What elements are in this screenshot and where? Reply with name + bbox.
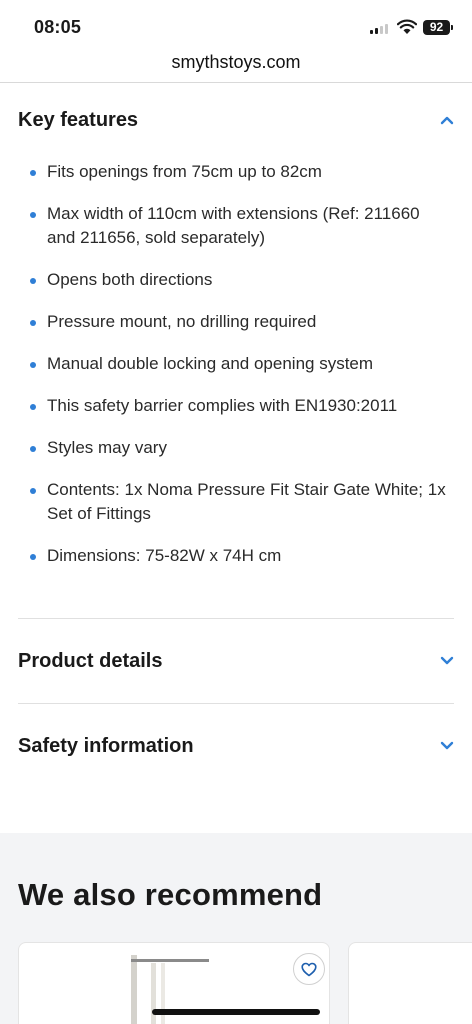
feature-text: Fits openings from 75cm up to 82cm	[47, 162, 322, 181]
bullet-icon	[30, 320, 36, 326]
chevron-up-icon[interactable]	[440, 115, 454, 125]
battery-icon: 92	[423, 20, 453, 35]
key-features-section: Key features	[18, 100, 454, 140]
list-item: Styles may vary	[30, 436, 450, 460]
list-item: Manual double locking and opening system	[30, 352, 450, 376]
feature-text: Pressure mount, no drilling required	[47, 312, 317, 331]
list-item: Contents: 1x Noma Pressure Fit Stair Gat…	[30, 478, 450, 526]
feature-text: This safety barrier complies with EN1930…	[47, 396, 398, 415]
list-item: Dimensions: 75-82W x 74H cm	[30, 544, 450, 568]
bullet-icon	[30, 446, 36, 452]
bullet-icon	[30, 362, 36, 368]
bullet-icon	[30, 404, 36, 410]
favorite-button[interactable]	[293, 953, 325, 985]
feature-text: Max width of 110cm with extensions (Ref:…	[47, 204, 420, 247]
safety-information-title: Safety information	[18, 734, 194, 757]
bullet-icon	[30, 554, 36, 560]
list-item: Opens both directions	[30, 268, 450, 292]
feature-text: Contents: 1x Noma Pressure Fit Stair Gat…	[47, 480, 446, 523]
product-card[interactable]	[348, 942, 472, 1024]
wifi-icon	[397, 19, 417, 34]
status-time: 08:05	[34, 17, 82, 37]
feature-text: Opens both directions	[47, 270, 213, 289]
divider	[18, 618, 454, 619]
bullet-icon	[30, 278, 36, 284]
key-features-list: Fits openings from 75cm up to 82cm Max w…	[30, 160, 450, 586]
url-text[interactable]: smythstoys.com	[171, 52, 300, 72]
recommend-title: We also recommend	[18, 877, 323, 912]
cellular-signal-icon	[370, 22, 388, 34]
bullet-icon	[30, 170, 36, 176]
bullet-icon	[30, 488, 36, 494]
list-item: This safety barrier complies with EN1930…	[30, 394, 450, 418]
chevron-down-icon[interactable]	[440, 741, 454, 751]
safety-information-section: Safety information	[18, 726, 454, 766]
bullet-icon	[30, 212, 36, 218]
feature-text: Manual double locking and opening system	[47, 354, 374, 373]
list-item: Pressure mount, no drilling required	[30, 310, 450, 334]
home-indicator[interactable]	[152, 1009, 320, 1015]
list-item: Fits openings from 75cm up to 82cm	[30, 160, 450, 184]
heart-icon	[301, 962, 317, 976]
safety-information-header[interactable]: Safety information	[18, 726, 454, 766]
address-bar[interactable]: smythstoys.com	[0, 48, 472, 83]
product-details-section: Product details	[18, 641, 454, 681]
key-features-title: Key features	[18, 108, 139, 131]
status-bar: 08:05 92	[0, 0, 472, 48]
feature-text: Dimensions: 75-82W x 74H cm	[47, 546, 282, 565]
chevron-down-icon[interactable]	[440, 656, 454, 666]
product-details-header[interactable]: Product details	[18, 641, 454, 681]
list-item: Max width of 110cm with extensions (Ref:…	[30, 202, 450, 250]
feature-text: Styles may vary	[47, 438, 167, 457]
divider	[18, 703, 454, 704]
product-details-title: Product details	[18, 649, 163, 672]
key-features-header[interactable]: Key features	[18, 100, 454, 140]
